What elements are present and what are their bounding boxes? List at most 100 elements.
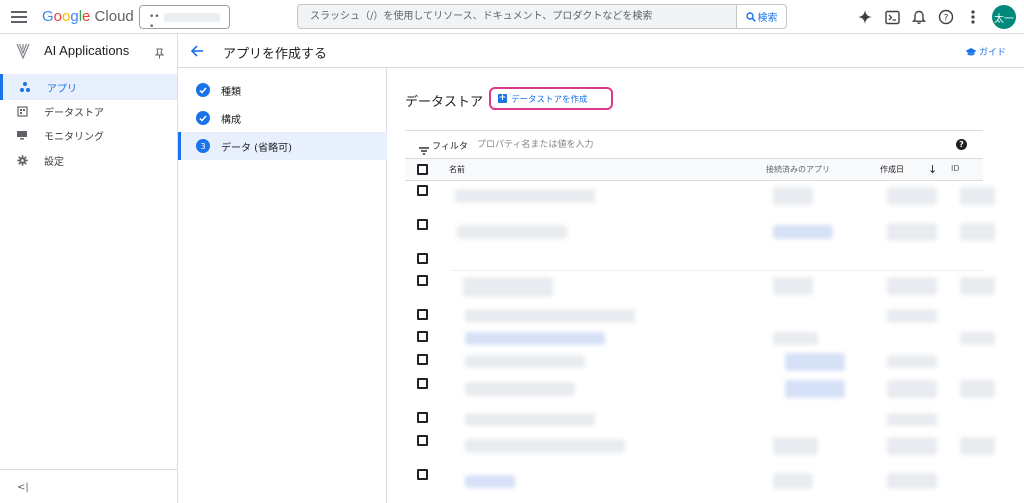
redacted-cell	[465, 309, 635, 323]
redacted-cell	[887, 355, 937, 368]
row-checkbox[interactable]	[417, 378, 428, 389]
table-row[interactable]	[405, 181, 995, 215]
search-input[interactable]	[298, 5, 738, 28]
redacted-cell	[773, 225, 833, 239]
redacted-cell	[465, 355, 585, 368]
filter-input[interactable]	[477, 136, 877, 154]
row-checkbox[interactable]	[417, 469, 428, 480]
page-title: アプリを作成する	[223, 47, 328, 62]
search-button[interactable]: 検索	[736, 5, 786, 28]
top-actions: ? 太一	[857, 5, 1016, 29]
row-checkbox[interactable]	[417, 185, 428, 196]
nav-item-label: モニタリング	[44, 131, 104, 143]
menu-icon[interactable]	[11, 11, 27, 23]
table-row[interactable]	[405, 271, 995, 305]
back-arrow-icon[interactable]	[190, 43, 204, 62]
guide-link[interactable]: ガイド	[965, 45, 1006, 58]
project-name-redacted	[164, 13, 220, 22]
create-app-stepper: 種類 構成 3 データ (省略可)	[178, 68, 387, 503]
step-config[interactable]: 構成	[178, 104, 387, 132]
table-row[interactable]	[405, 350, 983, 374]
account-avatar[interactable]: 太一	[992, 5, 1016, 29]
redacted-cell	[887, 437, 937, 455]
column-header-created[interactable]: 作成日	[880, 164, 904, 175]
collapse-nav-button[interactable]: <|	[17, 482, 29, 493]
sort-descending-icon[interactable]: ↓	[928, 163, 937, 176]
redacted-cell	[887, 187, 937, 205]
section-title: データストア	[405, 95, 484, 110]
redacted-cell	[773, 473, 813, 489]
redacted-cell	[960, 437, 995, 455]
cloud-shell-icon[interactable]	[884, 9, 900, 25]
nav-item-monitoring[interactable]: モニタリング	[0, 122, 177, 148]
step-data[interactable]: 3 データ (省略可)	[178, 132, 387, 160]
redacted-cell	[960, 187, 995, 205]
school-icon	[965, 47, 977, 55]
column-header-name[interactable]: 名前	[449, 164, 465, 175]
table-row[interactable]	[405, 431, 995, 465]
row-checkbox[interactable]	[417, 309, 428, 320]
filter-icon[interactable]	[419, 140, 429, 159]
nav-item-label: アプリ	[47, 83, 77, 95]
row-checkbox[interactable]	[417, 331, 428, 342]
redacted-cell	[455, 189, 595, 203]
nav-item-settings[interactable]: 設定	[0, 147, 177, 173]
create-datastore-button[interactable]: + データストアを作成	[489, 87, 613, 110]
google-cloud-logo[interactable]: Google Cloud	[42, 8, 134, 25]
step-type[interactable]: 種類	[178, 76, 387, 104]
column-header-connected-apps[interactable]: 接続済みのアプリ	[766, 164, 830, 175]
help-icon[interactable]: ?	[938, 9, 954, 25]
gemini-icon[interactable]	[857, 9, 873, 25]
datastore-panel: データストア + データストアを作成 フィルタ ? 名前 接続済みのアプリ 作成…	[387, 68, 1024, 503]
redacted-cell	[785, 353, 845, 371]
pin-icon[interactable]	[154, 44, 165, 63]
search-icon	[745, 11, 756, 22]
project-picker[interactable]: •• •	[139, 5, 230, 32]
redacted-cell	[960, 332, 995, 345]
filter-label[interactable]: フィルタ	[432, 139, 468, 152]
nav-item-label: 設定	[44, 156, 64, 168]
redacted-cell	[773, 277, 813, 295]
step-number-badge: 3	[196, 139, 210, 153]
table-help-icon[interactable]: ?	[956, 139, 967, 150]
row-checkbox[interactable]	[417, 435, 428, 446]
row-checkbox[interactable]	[417, 275, 428, 286]
step-label: 種類	[221, 86, 241, 98]
guide-label: ガイド	[978, 48, 1006, 58]
table-row[interactable]	[405, 408, 983, 431]
redacted-cell	[960, 277, 995, 295]
nav-item-datastore[interactable]: データストア	[0, 98, 177, 124]
notifications-icon[interactable]	[911, 9, 927, 25]
table-row[interactable]	[405, 305, 983, 327]
redacted-cell	[773, 437, 818, 455]
redacted-cell	[773, 187, 813, 205]
row-checkbox[interactable]	[417, 412, 428, 423]
create-datastore-label: データストアを作成	[511, 94, 588, 105]
redacted-cell	[465, 475, 515, 488]
row-checkbox[interactable]	[417, 354, 428, 365]
table-header: 名前 接続済みのアプリ 作成日 ↓ ID	[405, 159, 983, 181]
row-checkbox[interactable]	[417, 253, 428, 264]
nav-item-apps[interactable]: アプリ	[0, 74, 177, 100]
row-checkbox[interactable]	[417, 219, 428, 230]
product-header: AI Applications	[0, 34, 177, 68]
redacted-cell	[887, 309, 937, 323]
more-vert-icon[interactable]	[965, 9, 981, 25]
table-row[interactable]	[405, 215, 995, 249]
table-row[interactable]	[405, 374, 995, 408]
select-all-checkbox[interactable]	[417, 164, 428, 175]
check-circle-icon	[196, 111, 210, 125]
apps-icon	[3, 81, 47, 93]
left-navigation: AI Applications アプリ データストア モニタリング 設定 <|	[0, 34, 178, 503]
table-row[interactable]	[405, 327, 995, 350]
nav-footer: <|	[0, 469, 177, 503]
redacted-cell	[785, 380, 845, 398]
redacted-cell	[887, 380, 937, 398]
column-header-id[interactable]: ID	[951, 164, 960, 173]
table-row[interactable]	[405, 249, 983, 271]
table-row[interactable]	[405, 465, 983, 499]
search-bar: 検索	[297, 4, 787, 29]
ai-applications-logo-icon	[16, 43, 30, 63]
redacted-cell	[457, 225, 567, 239]
filter-bar: フィルタ ?	[405, 131, 983, 159]
